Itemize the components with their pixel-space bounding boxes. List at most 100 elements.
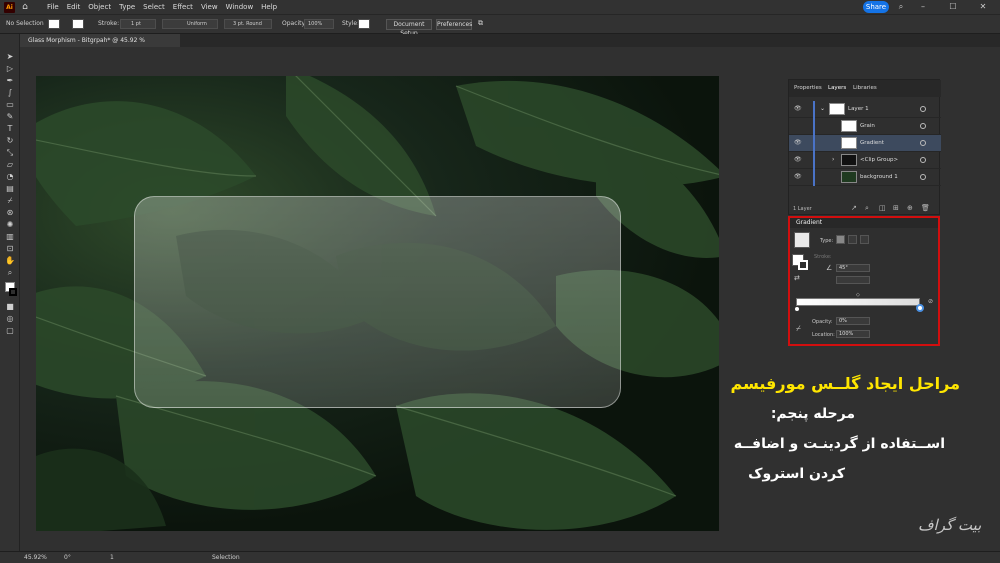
radial-gradient-icon[interactable] [848, 235, 857, 244]
style-swatch[interactable] [358, 19, 370, 29]
layer-row[interactable]: 👁 › <Clip Group> [789, 152, 941, 169]
rotation-value[interactable]: 0° [64, 554, 71, 561]
rotate-tool-icon[interactable]: ↻ [5, 136, 15, 146]
gradient-preview-swatch[interactable] [794, 232, 810, 248]
menu-view[interactable]: View [201, 3, 218, 11]
home-icon[interactable]: ⌂ [19, 1, 31, 13]
opacity-input[interactable]: 100% [304, 19, 334, 29]
target-icon[interactable] [920, 157, 926, 163]
chevron-right-icon[interactable]: › [832, 156, 834, 163]
reverse-gradient-icon[interactable]: ⇄ [794, 274, 800, 282]
stroke-weight-input[interactable]: 1 pt [120, 19, 156, 29]
scale-tool-icon[interactable]: ⤡ [5, 148, 15, 158]
location-label: Location: [812, 332, 835, 338]
graph-tool-icon[interactable]: ▥ [5, 232, 15, 242]
freeform-gradient-icon[interactable] [860, 235, 869, 244]
search-icon[interactable]: ⌕ [896, 2, 906, 12]
chevron-down-icon[interactable]: ⌄ [820, 105, 825, 112]
zoom-level[interactable]: 45.92% [24, 554, 47, 561]
fill-swatch[interactable] [48, 19, 60, 29]
direct-selection-tool-icon[interactable]: ▷ [5, 64, 15, 74]
brush-select[interactable]: 3 pt. Round [224, 19, 272, 29]
menu-edit[interactable]: Edit [67, 3, 81, 11]
location-input[interactable]: 100% [836, 330, 870, 338]
layer-row[interactable]: Grain [789, 118, 941, 135]
type-tool-icon[interactable]: T [5, 124, 15, 134]
eye-icon[interactable]: 👁 [794, 139, 802, 146]
opacity-input[interactable]: 0% [836, 317, 870, 325]
glass-rectangle[interactable] [134, 196, 621, 408]
tab-properties[interactable]: Properties [794, 85, 822, 91]
layer-row[interactable]: 👁 ⌄ Layer 1 [789, 101, 941, 118]
new-layer-icon[interactable]: ⊕ [907, 204, 913, 212]
linear-gradient-icon[interactable] [836, 235, 845, 244]
document-tab[interactable]: Glass Morphism - Bitgrpah* @ 45.92 % (RG… [20, 34, 180, 57]
target-icon[interactable] [920, 140, 926, 146]
paintbrush-tool-icon[interactable]: ✎ [5, 112, 15, 122]
target-icon[interactable] [920, 123, 926, 129]
selection-tool-icon[interactable]: ➤ [5, 52, 15, 62]
zoom-tool-icon[interactable]: ⌕ [5, 268, 15, 278]
gradient-slider[interactable] [796, 298, 920, 306]
tab-layers[interactable]: Layers [828, 85, 846, 91]
layer-row[interactable]: 👁 background 1 [789, 169, 941, 186]
symbol-sprayer-tool-icon[interactable]: ✺ [5, 220, 15, 230]
eye-icon[interactable]: 👁 [794, 105, 802, 112]
midpoint-icon[interactable]: ◇ [856, 292, 860, 298]
layers-panel: Properties Layers Libraries 👁 ⌄ Layer 1 … [788, 79, 941, 215]
page-number[interactable]: 1 [110, 554, 114, 561]
eraser-tool-icon[interactable]: ▱ [5, 160, 15, 170]
preferences-button[interactable]: Preferences [436, 19, 472, 30]
aspect-ratio-input[interactable] [836, 276, 870, 284]
menu-help[interactable]: Help [261, 3, 277, 11]
stroke-profile-select[interactable]: Uniform [162, 19, 218, 29]
minimize-icon[interactable]: – [918, 2, 928, 12]
share-button[interactable]: Share [863, 1, 889, 13]
eyedropper-icon[interactable]: ⌿ [796, 324, 801, 334]
menu-window[interactable]: Window [226, 3, 254, 11]
blend-tool-icon[interactable]: ⊛ [5, 208, 15, 218]
eye-icon[interactable]: 👁 [794, 156, 802, 163]
menu-file[interactable]: File [47, 3, 59, 11]
rectangle-tool-icon[interactable]: ▭ [5, 100, 15, 110]
stroke-color-icon[interactable] [9, 288, 17, 296]
shape-builder-tool-icon[interactable]: ◔ [5, 172, 15, 182]
color-mode-icon[interactable]: ■ [5, 302, 15, 312]
close-icon[interactable]: ✕ [978, 2, 988, 12]
tab-libraries[interactable]: Libraries [853, 85, 877, 91]
draw-mode-icon[interactable]: ◎ [5, 314, 15, 324]
clipping-mask-icon[interactable]: ◫ [879, 204, 886, 212]
stroke-swatch[interactable] [72, 19, 84, 29]
pen-tool-icon[interactable]: ✒ [5, 76, 15, 86]
layer-row-selected[interactable]: 👁 Gradient [789, 135, 941, 152]
new-sublayer-icon[interactable]: ⊞ [893, 204, 899, 212]
layer-color-bar [813, 118, 815, 135]
layer-name: <Clip Group> [860, 157, 899, 163]
gradient-tool-icon[interactable]: ▤ [5, 184, 15, 194]
target-icon[interactable] [920, 174, 926, 180]
screen-mode-icon[interactable]: ▢ [5, 326, 15, 336]
menu-select[interactable]: Select [143, 3, 165, 11]
target-icon[interactable] [920, 106, 926, 112]
menu-type[interactable]: Type [119, 3, 135, 11]
gradient-stop-right[interactable] [916, 304, 924, 312]
menu-effect[interactable]: Effect [173, 3, 193, 11]
eyedropper-tool-icon[interactable]: ⌿ [5, 196, 15, 206]
gradient-stop-left[interactable] [794, 306, 800, 312]
search-icon[interactable]: ⌕ [865, 204, 869, 213]
document-setup-button[interactable]: Document Setup [386, 19, 432, 37]
artboard-tool-icon[interactable]: ⊡ [5, 244, 15, 254]
angle-input[interactable]: 45° [836, 264, 870, 272]
arrange-icon[interactable]: ⧉ [478, 19, 483, 28]
layer-color-bar [813, 169, 815, 186]
delete-stop-icon[interactable]: ⊘ [928, 298, 933, 305]
eye-icon[interactable]: 👁 [794, 173, 802, 180]
trash-icon[interactable]: 🗑 [921, 204, 930, 212]
curvature-tool-icon[interactable]: ∫ [5, 88, 15, 98]
stroke-label: Stroke: [98, 20, 120, 27]
maximize-icon[interactable]: ☐ [948, 2, 958, 12]
export-icon[interactable]: ↗ [851, 204, 857, 212]
hand-tool-icon[interactable]: ✋ [5, 256, 15, 266]
stroke-icon[interactable] [798, 260, 808, 270]
menu-object[interactable]: Object [88, 3, 111, 11]
